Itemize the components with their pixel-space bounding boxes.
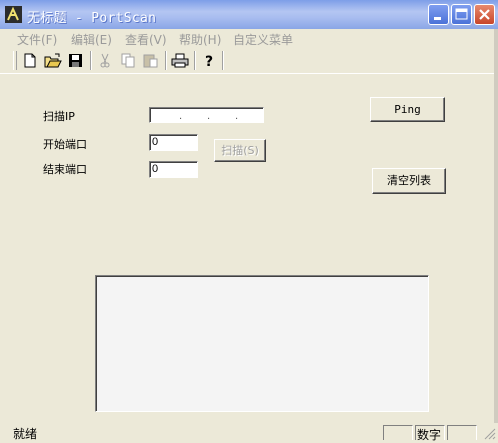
status-pane-scroll <box>447 425 477 440</box>
app-icon <box>5 6 22 23</box>
window-right-border <box>494 29 498 440</box>
status-pane-caps <box>383 425 413 440</box>
status-text: 就绪 <box>13 427 38 441</box>
menu-edit[interactable]: 编辑(E) <box>71 31 112 48</box>
copy-icon <box>121 53 135 68</box>
save-disk-icon <box>69 54 82 67</box>
ip-address-input[interactable]: . . . <box>149 107 264 123</box>
help-button[interactable]: ? <box>199 51 219 70</box>
start-port-input[interactable]: 0 <box>149 134 198 151</box>
start-port-label: 开始端口 <box>43 138 87 151</box>
ip-dot: . <box>179 111 183 122</box>
maximize-icon <box>455 8 468 20</box>
new-file-icon <box>24 53 36 68</box>
minimize-icon <box>434 17 441 20</box>
close-icon <box>479 9 490 20</box>
menu-custom[interactable]: 自定义菜单 <box>233 31 293 48</box>
cut-button[interactable] <box>95 51 115 70</box>
help-question-icon: ? <box>205 54 213 70</box>
results-list[interactable] <box>95 275 429 412</box>
toolbar-separator <box>222 51 224 70</box>
ip-dot: . <box>207 111 211 122</box>
toolbar-grip[interactable] <box>13 51 17 70</box>
window-title: 无标题 - PortScan <box>27 11 157 26</box>
toolbar-separator <box>194 51 196 70</box>
save-button[interactable] <box>66 51 86 70</box>
new-file-button[interactable] <box>20 51 40 70</box>
ip-dot: . <box>235 111 239 122</box>
clear-list-button[interactable]: 清空列表 <box>372 168 446 194</box>
cut-scissors-icon <box>100 53 110 68</box>
end-port-label: 结束端口 <box>43 163 87 176</box>
ping-button[interactable]: Ping <box>370 97 445 122</box>
scan-button[interactable]: 扫描(S) <box>214 139 266 162</box>
paste-button[interactable] <box>141 51 161 70</box>
print-icon <box>171 53 189 68</box>
title-bar[interactable]: 无标题 - PortScan <box>0 0 498 29</box>
toolbar: ? <box>0 48 498 74</box>
paste-icon <box>143 54 158 68</box>
toolbar-separator <box>165 51 167 70</box>
menu-help[interactable]: 帮助(H) <box>179 31 221 48</box>
resize-grip-icon[interactable] <box>482 426 496 440</box>
maximize-button[interactable] <box>451 4 472 25</box>
menu-bar: 文件(F) 编辑(E) 查看(V) 帮助(H) 自定义菜单 <box>0 29 498 48</box>
status-bar: 就绪 数字 <box>0 423 498 442</box>
menu-file[interactable]: 文件(F) <box>17 31 57 48</box>
copy-button[interactable] <box>118 51 138 70</box>
status-pane-numlock: 数字 <box>415 425 445 442</box>
end-port-input[interactable]: 0 <box>149 161 198 178</box>
toolbar-separator <box>90 51 92 70</box>
open-button[interactable] <box>43 51 63 70</box>
scan-ip-label: 扫描IP <box>43 110 75 123</box>
close-button[interactable] <box>474 4 495 25</box>
open-folder-icon <box>44 53 62 68</box>
print-button[interactable] <box>170 51 190 70</box>
svg-text:?: ? <box>205 54 213 70</box>
minimize-button[interactable] <box>428 4 449 25</box>
menu-view[interactable]: 查看(V) <box>125 31 167 48</box>
